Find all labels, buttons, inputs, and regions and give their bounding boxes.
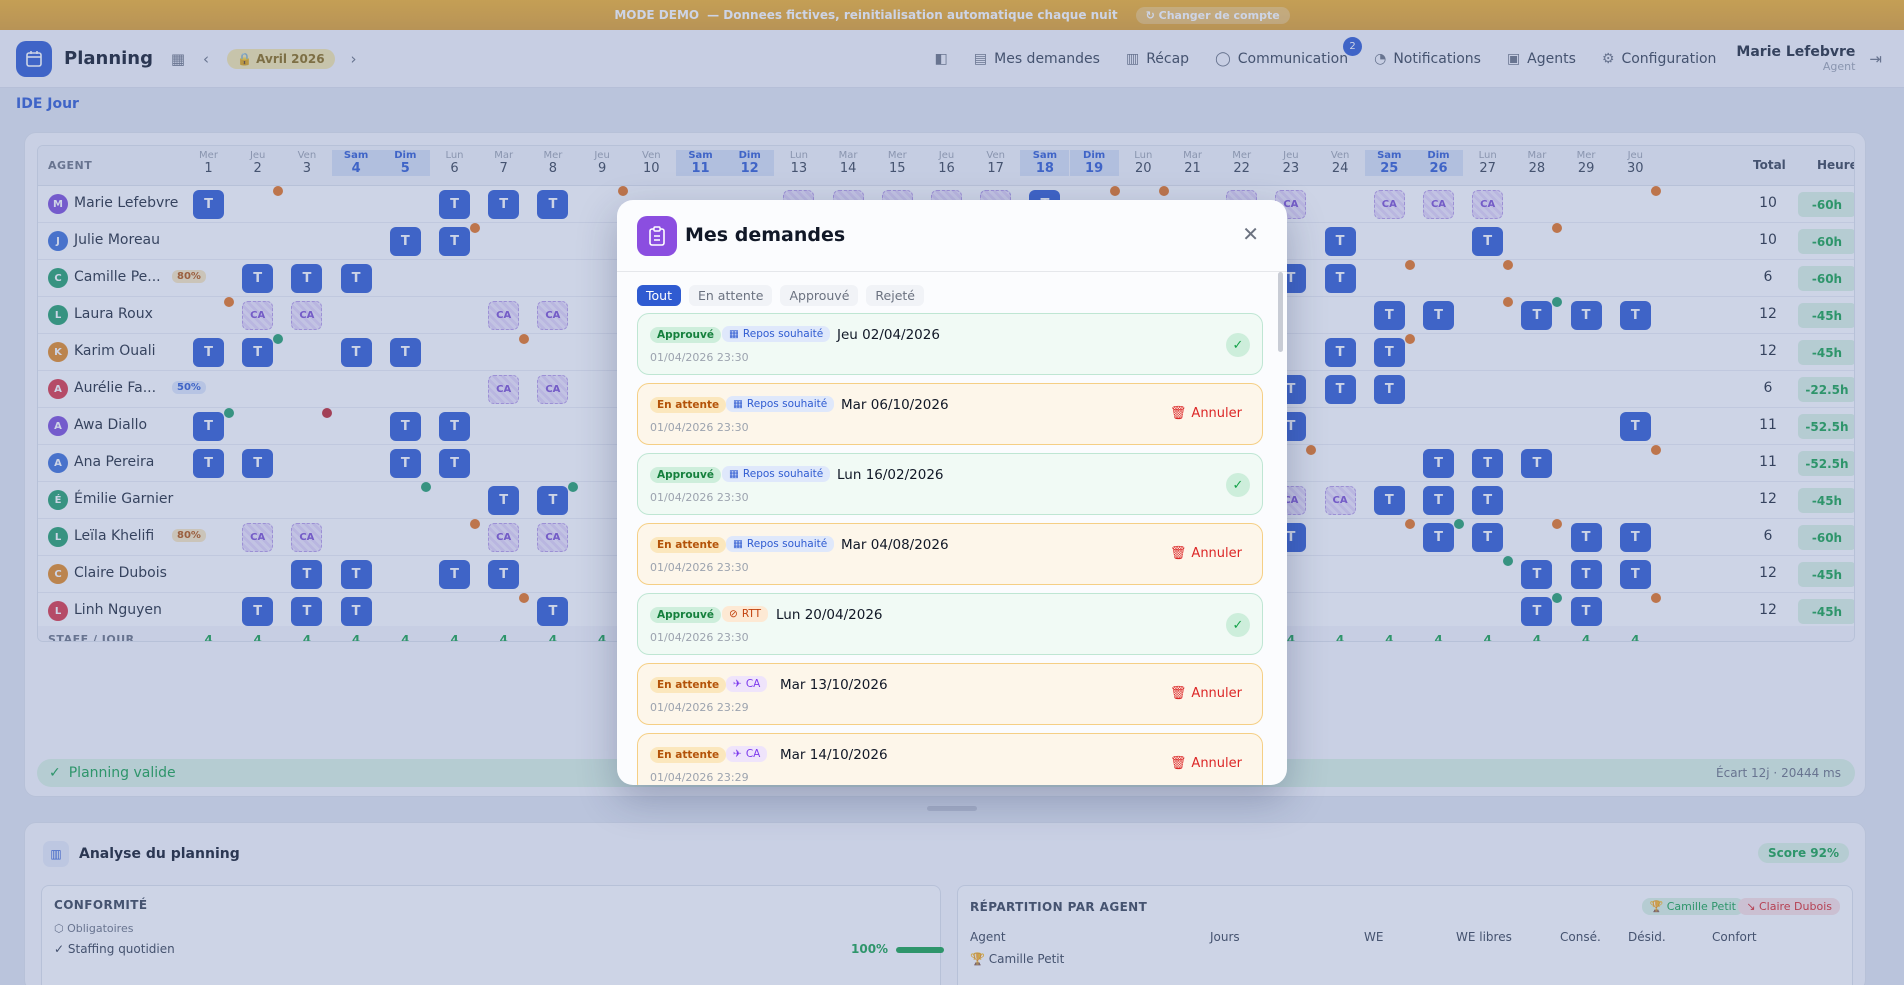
request-card: Approuvé ⊘ RTT Lun 20/04/2026 01/04/2026 23:… [637,593,1263,655]
request-card: En attente ✈ CA Mar 13/10/2026 01/04/2026 23… [637,663,1263,725]
request-timestamp: 01/04/2026 23:30 [650,421,749,434]
request-date: Mar 13/10/2026 [780,677,888,693]
request-timestamp: 01/04/2026 23:30 [650,491,749,504]
request-type-icon: ⊘ [729,608,738,620]
request-type-icon: ✈ [733,748,742,760]
approved-check-icon: ✓ [1226,333,1250,357]
clipboard-icon [637,216,677,256]
trash-icon: 🗑 [1169,406,1187,421]
request-type-badge: ▦ Repos souhaité [722,326,831,342]
request-card: Approuvé ▦ Repos souhaité Jeu 02/04/2026 01/… [637,313,1263,375]
status-badge: En attente [650,397,727,413]
cancel-button[interactable]: 🗑 Annuler [1170,406,1242,421]
request-type-icon: ▦ [733,398,743,410]
request-date: Lun 16/02/2026 [837,467,944,483]
requests-modal: Mes demandes ✕ Tout En attente Approuvé … [617,200,1287,785]
request-type-badge: ▦ Repos souhaité [726,396,835,412]
request-type-badge: ✈ CA [726,676,768,692]
cancel-button[interactable]: 🗑 Annuler [1170,686,1242,701]
trash-icon: 🗑 [1169,756,1187,771]
request-type-badge: ⊘ RTT [722,606,768,622]
request-type-icon: ▦ [729,328,739,340]
trash-icon: 🗑 [1169,546,1187,561]
cancel-label: Annuler [1191,686,1242,701]
approved-check-icon: ✓ [1226,613,1250,637]
request-type-label: Repos souhaité [742,328,824,340]
request-date: Mar 04/08/2026 [841,537,949,553]
tab-en-attente[interactable]: En attente [688,285,773,306]
approved-check-icon: ✓ [1226,473,1250,497]
request-type-badge: ▦ Repos souhaité [726,536,835,552]
request-type-label: Repos souhaité [746,538,828,550]
modal-title: Mes demandes [685,224,846,246]
status-badge: En attente [650,677,727,693]
tab-rejete[interactable]: Rejeté [866,285,924,306]
status-badge: Approuvé [650,327,721,343]
request-card: En attente ▦ Repos souhaité Mar 04/08/2026 0… [637,523,1263,585]
modal-scrollbar[interactable] [1278,272,1283,352]
close-icon[interactable]: ✕ [1242,222,1259,246]
request-type-label: CA [745,678,761,690]
request-date: Lun 20/04/2026 [776,607,883,623]
request-timestamp: 01/04/2026 23:30 [650,351,749,364]
request-type-icon: ✈ [733,678,742,690]
cancel-label: Annuler [1191,546,1242,561]
status-badge: Approuvé [650,467,721,483]
request-type-badge: ✈ CA [726,746,768,762]
request-type-label: CA [745,748,761,760]
cancel-label: Annuler [1191,756,1242,771]
tab-tout[interactable]: Tout [637,285,681,306]
request-timestamp: 01/04/2026 23:30 [650,561,749,574]
request-card: En attente ✈ CA Mar 14/10/2026 01/04/2026 23… [637,733,1263,785]
request-type-label: RTT [741,608,761,620]
request-type-icon: ▦ [729,468,739,480]
request-type-badge: ▦ Repos souhaité [722,466,831,482]
cancel-button[interactable]: 🗑 Annuler [1170,756,1242,771]
status-badge: Approuvé [650,607,721,623]
request-type-label: Repos souhaité [746,398,828,410]
status-badge: En attente [650,537,727,553]
request-card: En attente ▦ Repos souhaité Mar 06/10/2026 0… [637,383,1263,445]
cancel-button[interactable]: 🗑 Annuler [1170,546,1242,561]
modal-header: Mes demandes ✕ [617,200,1287,272]
request-card: Approuvé ▦ Repos souhaité Lun 16/02/2026 01/… [637,453,1263,515]
request-type-icon: ▦ [733,538,743,550]
request-list: Approuvé ▦ Repos souhaité Jeu 02/04/2026 01/… [637,313,1263,785]
request-date: Mar 14/10/2026 [780,747,888,763]
filter-tabs: Tout En attente Approuvé Rejeté [637,285,924,306]
request-date: Jeu 02/04/2026 [837,327,940,343]
request-timestamp: 01/04/2026 23:30 [650,631,749,644]
status-badge: En attente [650,747,727,763]
request-timestamp: 01/04/2026 23:29 [650,771,749,784]
request-date: Mar 06/10/2026 [841,397,949,413]
trash-icon: 🗑 [1169,686,1187,701]
request-timestamp: 01/04/2026 23:29 [650,701,749,714]
cancel-label: Annuler [1191,406,1242,421]
request-type-label: Repos souhaité [742,468,824,480]
tab-approuve[interactable]: Approuvé [780,285,859,306]
